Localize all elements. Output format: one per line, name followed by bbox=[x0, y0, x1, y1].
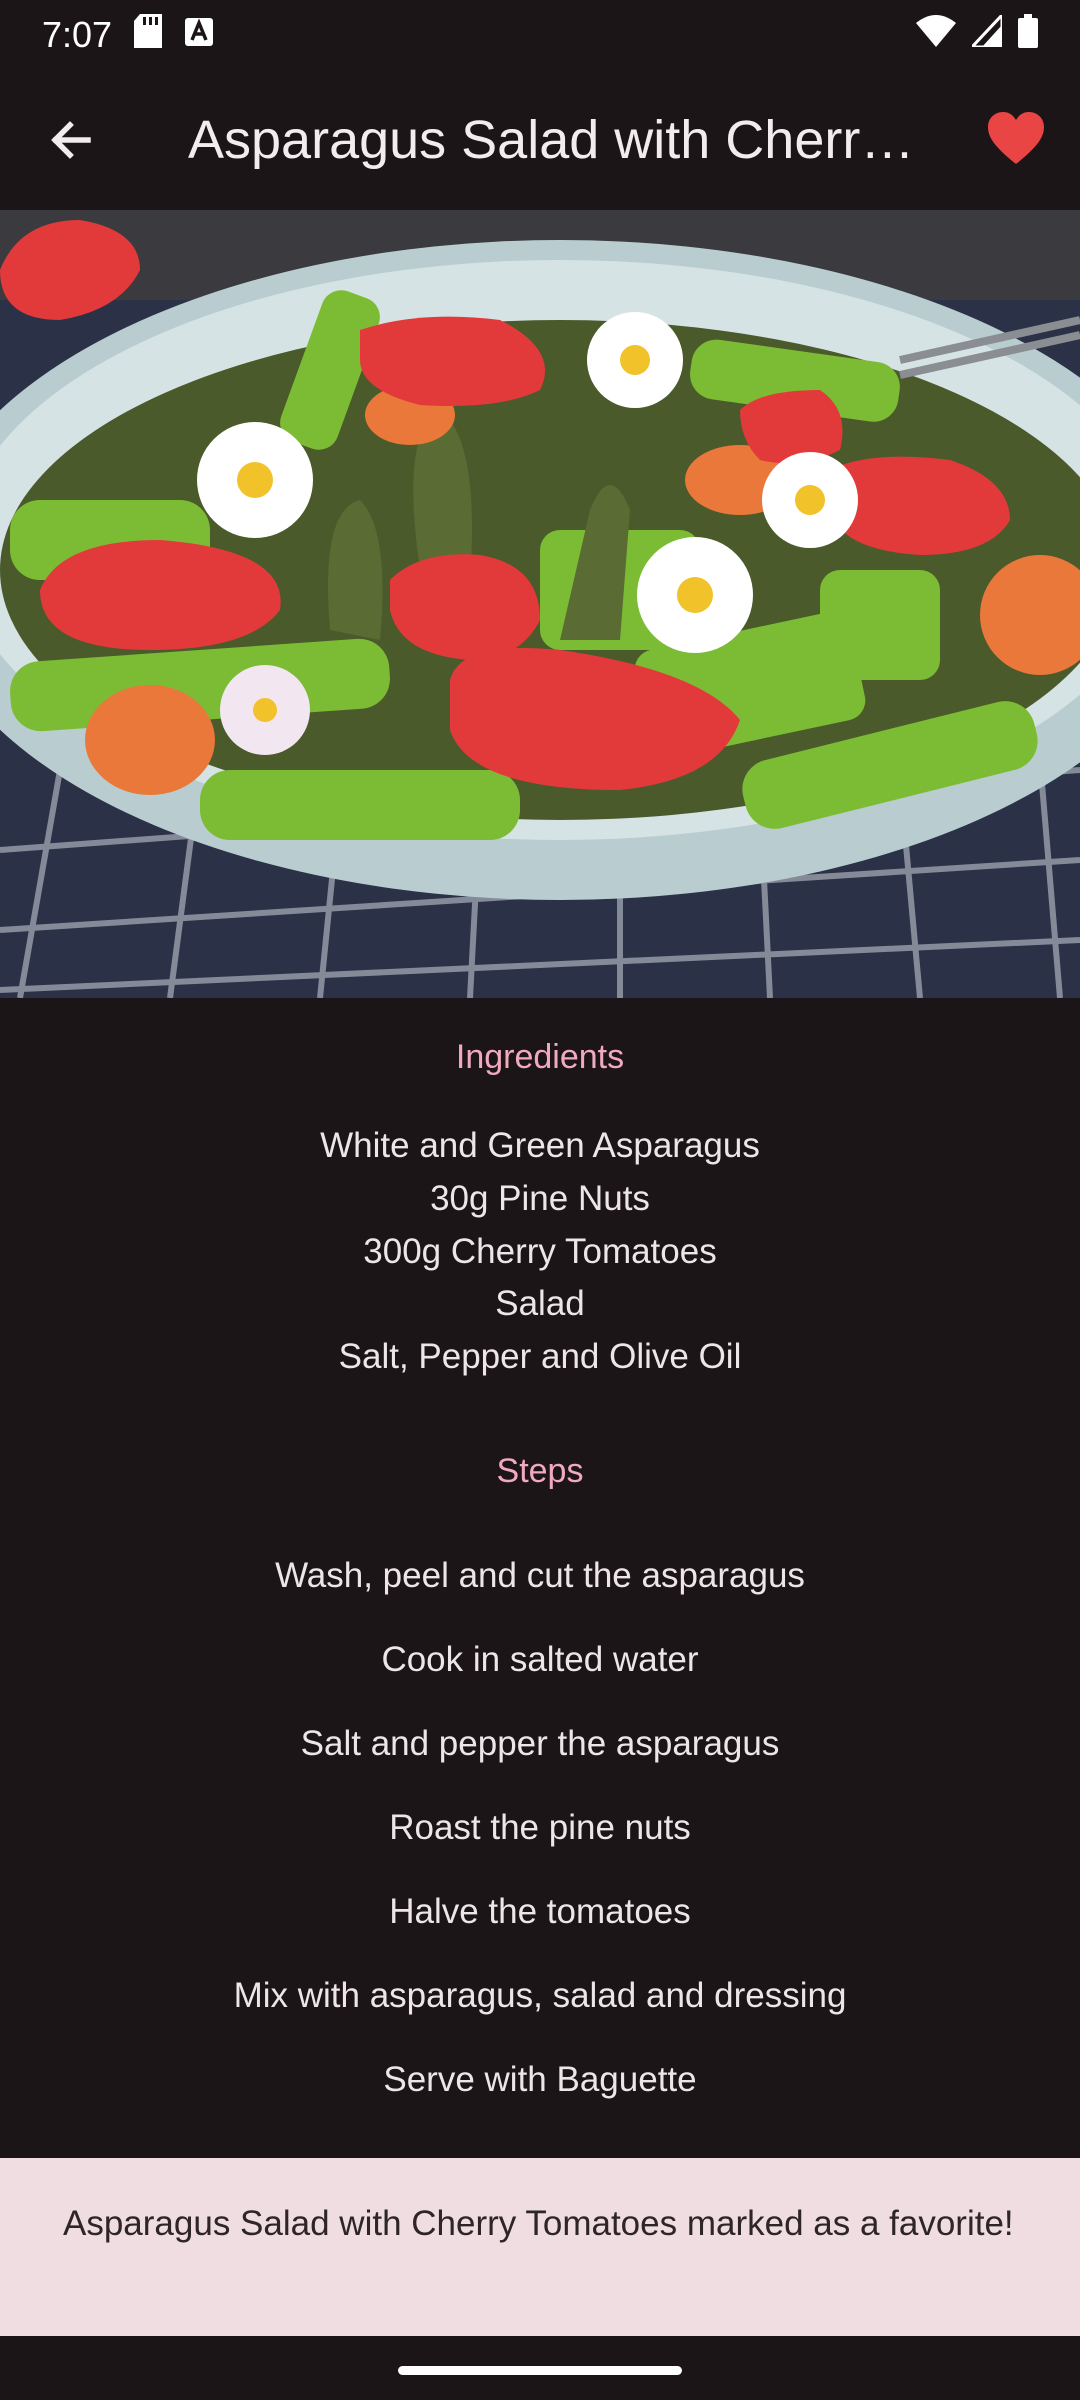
ingredient-item: 30g Pine Nuts bbox=[430, 1179, 650, 1218]
ingredient-item: White and Green Asparagus bbox=[320, 1126, 760, 1165]
sd-card-icon bbox=[134, 13, 163, 57]
wifi-icon bbox=[916, 14, 956, 56]
page-title: Asparagus Salad with Cherry Tomatoes bbox=[188, 110, 918, 170]
snackbar-message: Asparagus Salad with Cherry Tomatoes mar… bbox=[63, 2204, 1014, 2243]
ingredient-item: Salad bbox=[495, 1284, 585, 1323]
step-item: Serve with Baguette bbox=[383, 2060, 697, 2099]
navigation-handle[interactable] bbox=[398, 2366, 682, 2375]
cell-signal-icon bbox=[968, 11, 1004, 56]
step-item: Mix with asparagus, salad and dressing bbox=[233, 1976, 847, 2015]
text-notification-icon bbox=[184, 14, 214, 56]
arrow-back-icon bbox=[51, 121, 91, 159]
status-time: 7:07 bbox=[42, 14, 113, 55]
app-bar: Asparagus Salad with Cherry Tomatoes bbox=[0, 70, 1080, 210]
ingredient-item: Salt, Pepper and Olive Oil bbox=[338, 1337, 742, 1376]
ingredients-heading: Ingredients bbox=[455, 1038, 625, 1076]
battery-icon bbox=[1018, 13, 1038, 57]
heart-icon bbox=[988, 112, 1044, 164]
step-item: Halve the tomatoes bbox=[389, 1892, 691, 1931]
step-item: Wash, peel and cut the asparagus bbox=[275, 1556, 805, 1595]
step-item: Salt and pepper the asparagus bbox=[300, 1724, 780, 1763]
step-item: Cook in salted water bbox=[381, 1640, 699, 1679]
favorite-button[interactable] bbox=[984, 108, 1048, 172]
ingredient-item: 300g Cherry Tomatoes bbox=[363, 1232, 717, 1271]
favorite-snackbar: Asparagus Salad with Cherry Tomatoes mar… bbox=[0, 2158, 1080, 2336]
step-item: Roast the pine nuts bbox=[389, 1808, 691, 1847]
recipe-image bbox=[0, 210, 1080, 998]
steps-heading: Steps bbox=[496, 1452, 584, 1490]
status-bar: 7:07 bbox=[0, 0, 1080, 70]
back-button[interactable] bbox=[40, 112, 106, 168]
